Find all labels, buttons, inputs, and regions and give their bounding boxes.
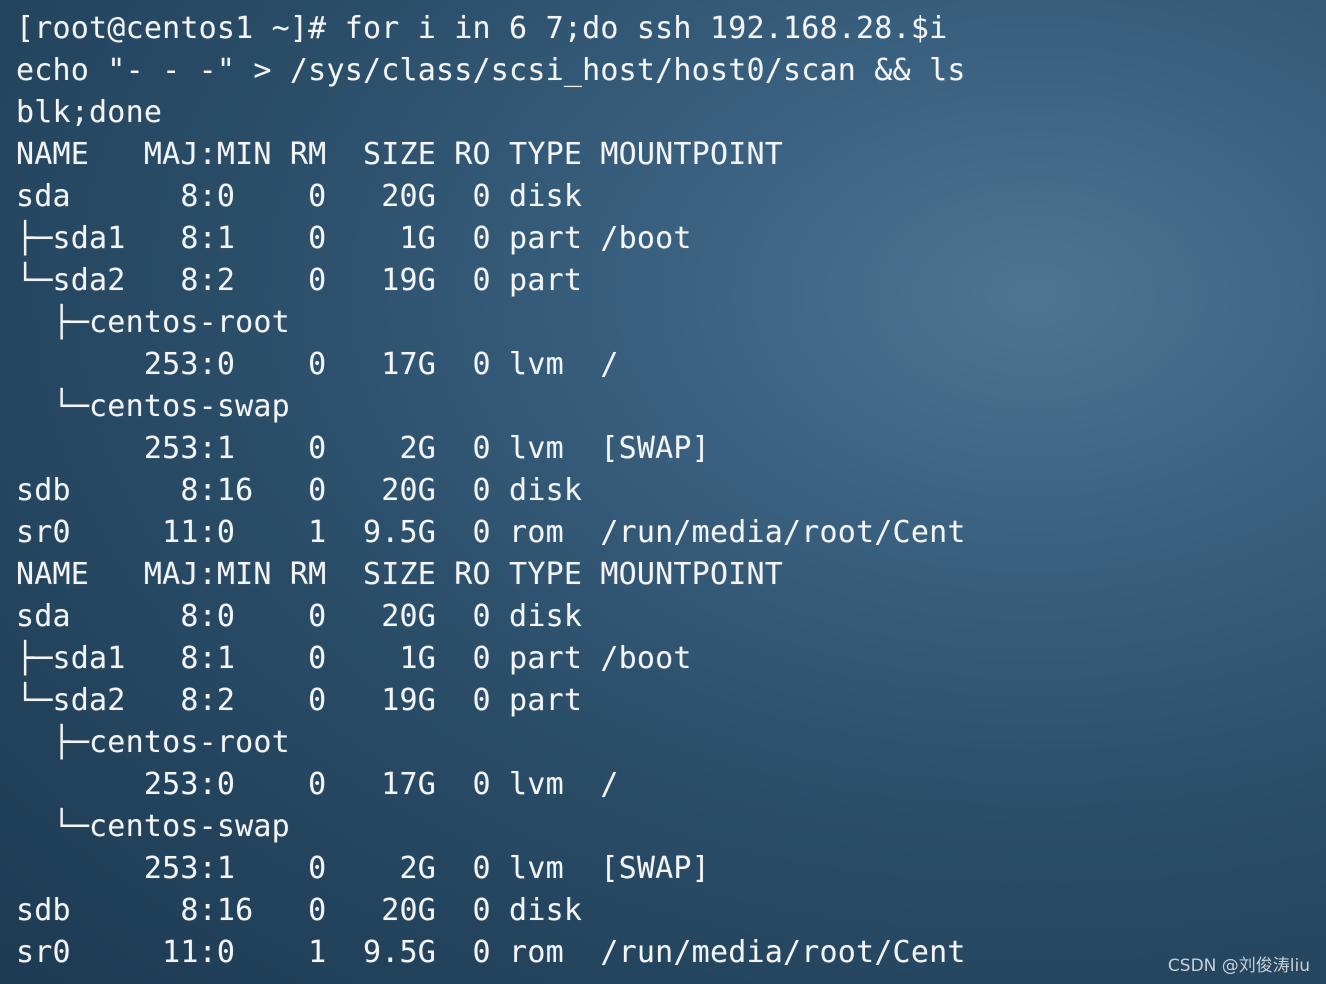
lsblk-row: 253:0 0 17G 0 lvm / bbox=[16, 767, 619, 802]
terminal-command-line: blk;done bbox=[16, 95, 163, 130]
lsblk-row: sr0 11:0 1 9.5G 0 rom /run/media/root/Ce… bbox=[16, 935, 966, 970]
lsblk-row: sdb 8:16 0 20G 0 disk bbox=[16, 473, 583, 508]
lsblk-row: └─centos-swap bbox=[16, 389, 290, 424]
terminal-command-line: echo "- - -" > /sys/class/scsi_host/host… bbox=[16, 53, 966, 88]
lsblk-row: ├─sda1 8:1 0 1G 0 part /boot bbox=[16, 641, 692, 676]
lsblk-header: NAME MAJ:MIN RM SIZE RO TYPE MOUNTPOINT bbox=[16, 557, 783, 592]
lsblk-row: sdb 8:16 0 20G 0 disk bbox=[16, 893, 583, 928]
lsblk-row: sda 8:0 0 20G 0 disk bbox=[16, 179, 583, 214]
lsblk-row: └─sda2 8:2 0 19G 0 part bbox=[16, 263, 583, 298]
lsblk-header: NAME MAJ:MIN RM SIZE RO TYPE MOUNTPOINT bbox=[16, 137, 783, 172]
terminal-output[interactable]: [root@centos1 ~]# for i in 6 7;do ssh 19… bbox=[16, 8, 1306, 984]
lsblk-row: sr0 11:0 1 9.5G 0 rom /run/media/root/Ce… bbox=[16, 515, 966, 550]
lsblk-row: └─centos-swap bbox=[16, 809, 290, 844]
terminal-command-line: [root@centos1 ~]# for i in 6 7;do ssh 19… bbox=[16, 11, 948, 46]
lsblk-row: ├─centos-root bbox=[16, 305, 290, 340]
lsblk-row: ├─sda1 8:1 0 1G 0 part /boot bbox=[16, 221, 692, 256]
csdn-watermark: CSDN @刘俊涛liu bbox=[1167, 956, 1310, 976]
lsblk-row: └─sda2 8:2 0 19G 0 part bbox=[16, 683, 583, 718]
lsblk-row: ├─centos-root bbox=[16, 725, 290, 760]
lsblk-row: 253:0 0 17G 0 lvm / bbox=[16, 347, 619, 382]
lsblk-row: 253:1 0 2G 0 lvm [SWAP] bbox=[16, 431, 710, 466]
lsblk-row: 253:1 0 2G 0 lvm [SWAP] bbox=[16, 851, 710, 886]
lsblk-row: sda 8:0 0 20G 0 disk bbox=[16, 599, 583, 634]
